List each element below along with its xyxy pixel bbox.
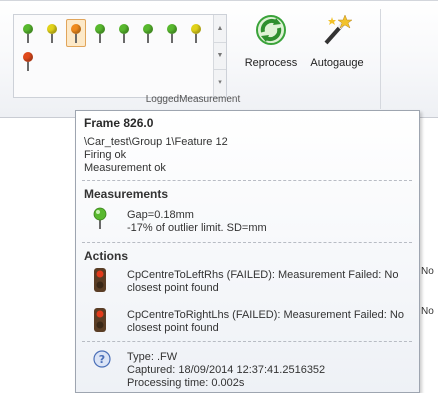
action-cpcentre-right-lhs: CpCentreToRightLhs (FAILED): Measurement… — [127, 309, 404, 321]
measurement-pin-icon[interactable] — [90, 19, 110, 47]
measurement-pin-icon[interactable] — [66, 19, 86, 47]
action-cpcentre-left-rhs-detail: closest point found — [127, 282, 219, 294]
divider — [82, 341, 412, 342]
traffic-light-icon — [92, 267, 108, 293]
measurement-pin-icon[interactable] — [138, 19, 158, 47]
gallery-scroll-up-button[interactable]: ▲ — [214, 15, 226, 43]
gallery-expand-button[interactable]: ▾ — [214, 69, 226, 96]
firing-status: Firing ok — [84, 149, 127, 161]
traffic-light-icon — [92, 307, 108, 333]
ribbon: ▲ ▼ ▾ Reprocess Autogauge LoggedMeasurem… — [0, 0, 438, 118]
gallery-scroll-down-button[interactable]: ▼ — [214, 42, 226, 70]
background-no-label: No — [421, 306, 434, 317]
ribbon-group-label: LoggedMeasurement — [145, 94, 241, 105]
info-help-icon: ? — [92, 349, 112, 375]
measurement-status: Measurement ok — [84, 162, 166, 174]
captured-info: Captured: 18/09/2014 12:37:41.2516352 — [127, 364, 326, 376]
autogauge-label: Autogauge — [310, 57, 364, 69]
action-cpcentre-left-rhs: CpCentreToLeftRhs (FAILED): Measurement … — [127, 269, 399, 281]
feature-path: \Car_test\Group 1\Feature 12 — [84, 136, 228, 148]
green-pin-icon — [92, 207, 108, 233]
measurements-heading: Measurements — [84, 187, 169, 201]
measurement-pin-icon[interactable] — [186, 19, 206, 47]
reprocess-label: Reprocess — [244, 57, 298, 69]
gap-value: Gap=0.18mm — [127, 209, 194, 221]
gap-outlier-info: -17% of outlier limit. SD=mm — [127, 222, 267, 234]
ribbon-separator — [380, 9, 381, 109]
svg-text:?: ? — [99, 353, 105, 366]
gallery-scrollbar[interactable]: ▲ ▼ ▾ — [213, 15, 226, 97]
measurement-pin-icon[interactable] — [18, 47, 38, 75]
divider — [82, 242, 412, 243]
measurement-gallery[interactable]: ▲ ▼ ▾ — [13, 14, 227, 98]
actions-heading: Actions — [84, 249, 129, 263]
processing-time: Processing time: 0.002s — [127, 377, 245, 389]
magic-wand-icon — [324, 14, 353, 45]
measurement-pin-icon[interactable] — [42, 19, 62, 47]
background-no-label: No — [421, 266, 434, 277]
autogauge-button[interactable]: Autogauge — [303, 7, 371, 73]
measurement-pin-icon[interactable] — [162, 19, 182, 47]
reprocess-button[interactable]: Reprocess — [237, 7, 305, 73]
frame-tooltip: Frame 826.0 \Car_test\Group 1\Feature 12… — [75, 110, 420, 393]
measurement-pin-icon[interactable] — [18, 19, 38, 47]
tooltip-title: Frame 826.0 — [84, 116, 154, 130]
measurement-pin-icon[interactable] — [114, 19, 134, 47]
recycle-icon — [256, 15, 286, 45]
divider — [82, 180, 412, 181]
action-cpcentre-right-lhs-detail: closest point found — [127, 322, 219, 334]
type-info: Type: .FW — [127, 351, 178, 363]
